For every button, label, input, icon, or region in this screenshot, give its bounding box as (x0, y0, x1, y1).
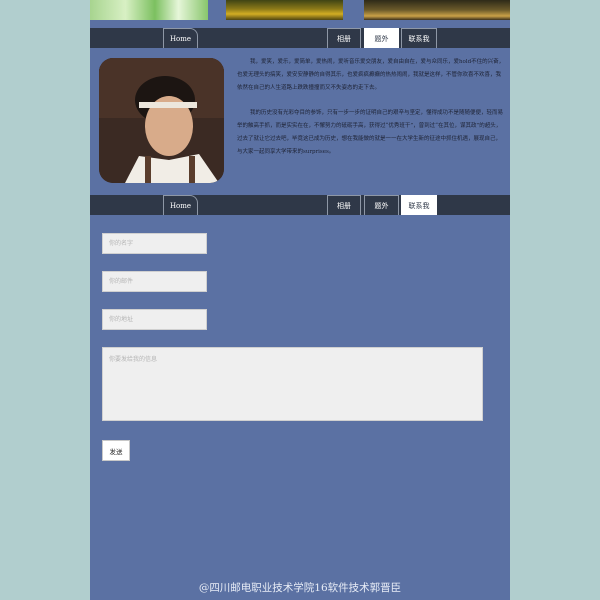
address-field[interactable] (102, 309, 207, 330)
profile-photo-art (99, 58, 224, 183)
about-section: 我，爱笑，爱乐，爱简单，爱热闹，爱听音乐爱交朋友，爱自由自在，爱与众同乐，爱ho… (90, 48, 510, 195)
nav-album-tab[interactable]: 相册 (327, 28, 361, 48)
banner-image-1 (90, 0, 208, 20)
page-container: Home 相册 题外 联系我 我，爱笑，爱乐，爱简单，爱热闹，爱听音乐爱交朋友，… (90, 0, 510, 600)
profile-photo (99, 58, 224, 183)
bottom-nav-bar: Home 相册 题外 联系我 (90, 195, 510, 215)
banner-image-3 (364, 0, 510, 20)
nav-home-tab[interactable]: Home (163, 28, 198, 48)
nav-contact-tab[interactable]: 联系我 (401, 195, 437, 215)
email-field[interactable] (102, 271, 207, 292)
about-text: 我，爱笑，爱乐，爱简单，爱热闹，爱听音乐爱交朋友，爱自由自在，爱与众同乐，爱ho… (237, 56, 505, 171)
message-field[interactable] (102, 347, 483, 421)
top-nav-bar: Home 相册 题外 联系我 (90, 28, 510, 48)
nav-album-tab[interactable]: 相册 (327, 195, 361, 215)
nav-extra-tab[interactable]: 题外 (364, 28, 399, 48)
footer-credit: @四川邮电职业技术学院16软件技术郭晋臣 (198, 582, 402, 594)
name-field[interactable] (102, 233, 207, 254)
nav-extra-tab[interactable]: 题外 (364, 195, 399, 215)
send-button[interactable]: 发送 (102, 440, 130, 461)
nav-home-tab[interactable]: Home (163, 195, 198, 215)
about-paragraph-2: 我的历史没有光彩夺目的参饰，只有一步一步的证明自己的艰辛与坚定，懂得成功不是随随… (237, 110, 504, 155)
nav-contact-tab[interactable]: 联系我 (401, 28, 437, 48)
banner-image-2 (226, 0, 343, 20)
about-paragraph-1: 我，爱笑，爱乐，爱简单，爱热闹，爱听音乐爱交朋友，爱自由自在，爱与众同乐，爱ho… (237, 59, 505, 91)
